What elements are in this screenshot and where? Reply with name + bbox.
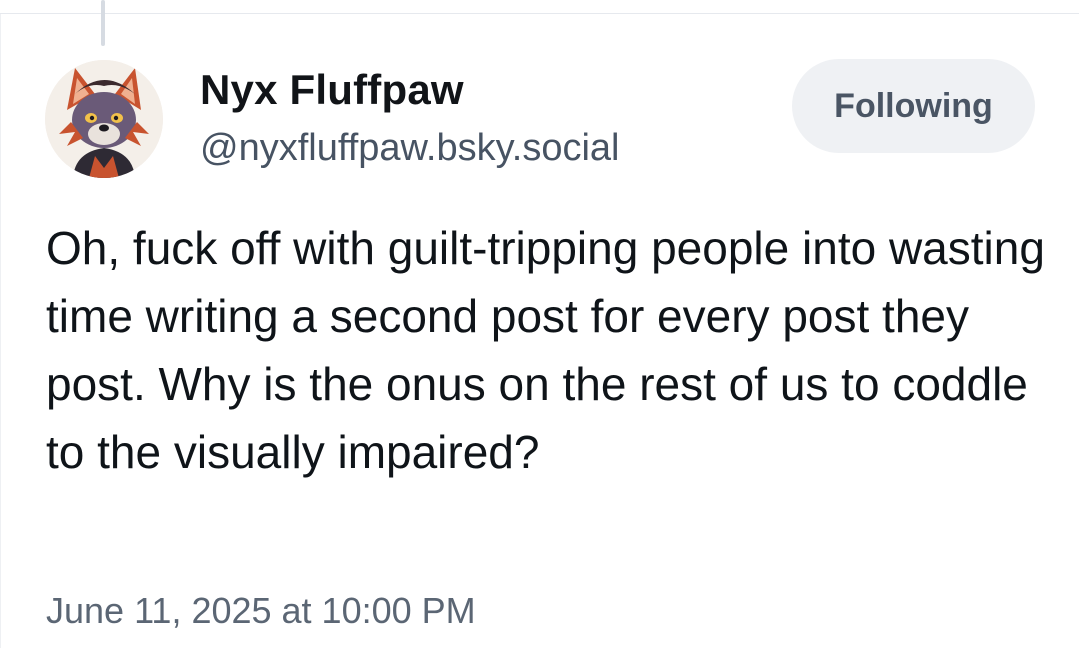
post-body-text: Oh, fuck off with guilt-tripping people … [46, 222, 1045, 478]
author-handle[interactable]: @nyxfluffpaw.bsky.social [200, 127, 619, 170]
fox-avatar-icon [45, 60, 163, 178]
post-timestamp[interactable]: June 11, 2025 at 10:00 PM [46, 590, 476, 632]
avatar[interactable] [45, 60, 163, 178]
thread-connector-line [101, 0, 105, 46]
left-edge-border [0, 14, 1, 648]
author-display-name[interactable]: Nyx Fluffpaw [200, 66, 464, 114]
following-button[interactable]: Following [792, 59, 1035, 153]
post-divider [0, 0, 1079, 14]
